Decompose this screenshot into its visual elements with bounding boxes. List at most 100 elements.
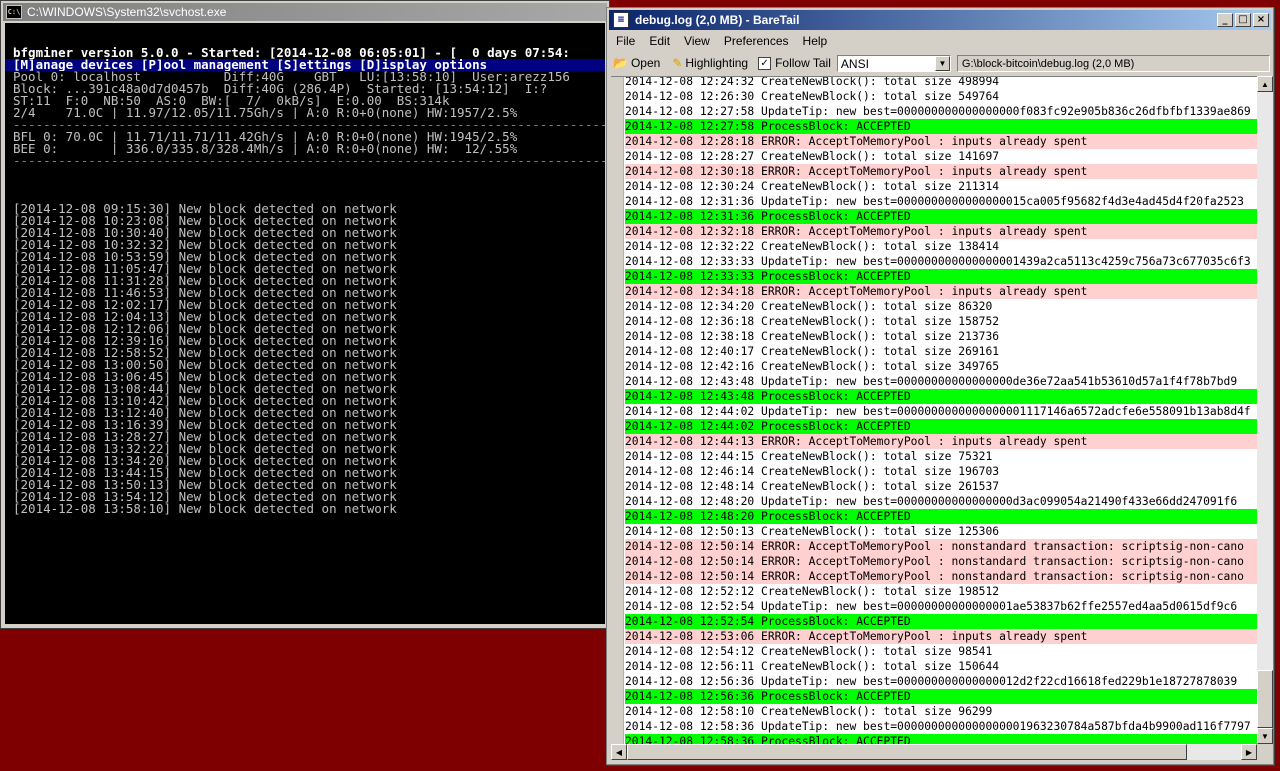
- log-line-text: 2014-12-08 12:44:02 UpdateTip: new best=…: [625, 405, 1251, 418]
- block-log-line: [2014-12-08 11:46:53] New block detected…: [13, 287, 397, 299]
- log-line-text: 2014-12-08 12:28:18 ERROR: AcceptToMemor…: [625, 135, 1088, 148]
- log-line: 2014-12-08 12:34:18 ERROR: AcceptToMemor…: [625, 284, 1257, 299]
- follow-tail-label[interactable]: Follow Tail: [775, 56, 831, 70]
- console-screen[interactable]: bfgminer version 5.0.0 - Started: [2014-…: [5, 23, 605, 624]
- block-log-line: [2014-12-08 13:28:27] New block detected…: [13, 431, 397, 443]
- close-button[interactable]: ×: [1253, 13, 1269, 27]
- log-line: 2014-12-08 12:58:36 UpdateTip: new best=…: [625, 719, 1257, 734]
- log-line-text: 2014-12-08 12:58:36 UpdateTip: new best=…: [625, 720, 1251, 733]
- log-line: 2014-12-08 12:44:15 CreateNewBlock(): to…: [625, 449, 1257, 464]
- log-line: 2014-12-08 12:30:18 ERROR: AcceptToMemor…: [625, 164, 1257, 179]
- status-line: BFL 0: 70.0C | 11.71/11.71/11.42Gh/s | A…: [13, 131, 518, 143]
- log-line: 2014-12-08 12:24:32 CreateNewBlock(): to…: [625, 77, 1257, 89]
- block-log-line: [2014-12-08 13:06:45] New block detected…: [13, 371, 397, 383]
- vertical-scroll-thumb[interactable]: [1257, 670, 1273, 728]
- scroll-left-button[interactable]: ◀: [611, 744, 627, 760]
- log-line: 2014-12-08 12:56:36 ProcessBlock: ACCEPT…: [625, 689, 1257, 704]
- log-line: 2014-12-08 12:27:58 ProcessBlock: ACCEPT…: [625, 119, 1257, 134]
- log-line-text: 2014-12-08 12:43:48 UpdateTip: new best=…: [625, 375, 1238, 388]
- horizontal-scrollbar[interactable]: ◀ ▶: [611, 744, 1257, 760]
- block-log-line: [2014-12-08 13:50:13] New block detected…: [13, 479, 397, 491]
- menu-bar: File Edit View Preferences Help: [609, 32, 1271, 50]
- log-line: 2014-12-08 12:43:48 ProcessBlock: ACCEPT…: [625, 389, 1257, 404]
- block-log-line: [2014-12-08 13:54:12] New block detected…: [13, 491, 397, 503]
- log-line: 2014-12-08 12:50:14 ERROR: AcceptToMemor…: [625, 554, 1257, 569]
- status-line: Pool 0: localhost Diff:40G GBT LU:[13:58…: [13, 71, 570, 83]
- block-log-line: [2014-12-08 10:23:08] New block detected…: [13, 215, 397, 227]
- block-log-line: [2014-12-08 13:12:40] New block detected…: [13, 407, 397, 419]
- log-line-text: 2014-12-08 12:33:33 ProcessBlock: ACCEPT…: [625, 270, 911, 283]
- encoding-select[interactable]: ANSI ▼: [836, 54, 951, 72]
- log-line-text: 2014-12-08 12:50:14 ERROR: AcceptToMemor…: [625, 540, 1244, 553]
- block-log-line: [2014-12-08 13:16:39] New block detected…: [13, 419, 397, 431]
- log-line: 2014-12-08 12:28:27 CreateNewBlock(): to…: [625, 149, 1257, 164]
- menu-edit[interactable]: Edit: [642, 34, 677, 48]
- console-title: C:\WINDOWS\System32\svchost.exe: [27, 5, 227, 19]
- scroll-up-button[interactable]: ▲: [1257, 76, 1273, 92]
- status-line: ST:11 F:0 NB:50 AS:0 BW:[ 7/ 0kB/s] E:0.…: [13, 95, 450, 107]
- block-log-line: [2014-12-08 13:00:50] New block detected…: [13, 359, 397, 371]
- block-log-line: [2014-12-08 12:02:17] New block detected…: [13, 299, 397, 311]
- log-view[interactable]: 2014-12-08 12:24:32 CreateNewBlock(): to…: [611, 76, 1257, 745]
- status-line: [13, 167, 605, 179]
- log-line: 2014-12-08 12:33:33 ProcessBlock: ACCEPT…: [625, 269, 1257, 284]
- log-line-text: 2014-12-08 12:28:27 CreateNewBlock(): to…: [625, 150, 1000, 163]
- menu-file[interactable]: File: [609, 34, 642, 48]
- log-line: 2014-12-08 12:27:58 UpdateTip: new best=…: [625, 104, 1257, 119]
- log-line-text: 2014-12-08 12:26:30 CreateNewBlock(): to…: [625, 90, 1000, 103]
- highlighting-button[interactable]: ✎ Highlighting: [672, 56, 748, 70]
- horizontal-scroll-thumb[interactable]: [627, 744, 1187, 760]
- baretail-titlebar[interactable]: ≡ debug.log (2,0 MB) - BareTail _ □ ×: [609, 10, 1271, 30]
- log-line-text: 2014-12-08 12:43:48 ProcessBlock: ACCEPT…: [625, 390, 911, 403]
- log-line: 2014-12-08 12:33:33 UpdateTip: new best=…: [625, 254, 1257, 269]
- log-line-text: 2014-12-08 12:52:54 UpdateTip: new best=…: [625, 600, 1238, 613]
- block-log-line: [2014-12-08 11:31:28] New block detected…: [13, 275, 397, 287]
- maximize-button[interactable]: □: [1235, 13, 1251, 27]
- log-line-text: 2014-12-08 12:32:22 CreateNewBlock(): to…: [625, 240, 1000, 253]
- log-line-text: 2014-12-08 12:27:58 ProcessBlock: ACCEPT…: [625, 120, 911, 133]
- log-line-text: 2014-12-08 12:53:06 ERROR: AcceptToMemor…: [625, 630, 1088, 643]
- vertical-scrollbar[interactable]: ▲ ▼: [1257, 76, 1273, 744]
- console-window[interactable]: C:\ C:\WINDOWS\System32\svchost.exe bfgm…: [0, 0, 610, 629]
- block-log-line: [2014-12-08 11:05:47] New block detected…: [13, 263, 397, 275]
- line-gutter: [611, 77, 624, 745]
- log-line-text: 2014-12-08 12:38:18 CreateNewBlock(): to…: [625, 330, 1000, 343]
- menu-help[interactable]: Help: [796, 34, 835, 48]
- file-path-field: G:\block-bitcoin\debug.log (2,0 MB): [956, 54, 1270, 72]
- scroll-down-button[interactable]: ▼: [1257, 728, 1273, 744]
- chevron-down-icon[interactable]: ▼: [934, 55, 950, 71]
- log-line-text: 2014-12-08 12:34:20 CreateNewBlock(): to…: [625, 300, 993, 313]
- log-lines: 2014-12-08 12:24:32 CreateNewBlock(): to…: [625, 77, 1257, 745]
- minimize-button[interactable]: _: [1217, 13, 1233, 27]
- log-line-text: 2014-12-08 12:46:14 CreateNewBlock(): to…: [625, 465, 1000, 478]
- block-log-line: [2014-12-08 12:04:13] New block detected…: [13, 311, 397, 323]
- log-line: 2014-12-08 12:38:18 CreateNewBlock(): to…: [625, 329, 1257, 344]
- scroll-right-button[interactable]: ▶: [1241, 744, 1257, 760]
- log-line: 2014-12-08 12:30:24 CreateNewBlock(): to…: [625, 179, 1257, 194]
- log-line-text: 2014-12-08 12:27:58 UpdateTip: new best=…: [625, 105, 1251, 118]
- log-line: 2014-12-08 12:31:36 UpdateTip: new best=…: [625, 194, 1257, 209]
- log-line-text: 2014-12-08 12:56:11 CreateNewBlock(): to…: [625, 660, 1000, 673]
- follow-tail-checkbox[interactable]: ✓: [758, 56, 772, 70]
- block-log-line: [2014-12-08 13:32:22] New block detected…: [13, 443, 397, 455]
- status-line: BEE 0: | 336.0/335.8/328.4Mh/s | A:0 R:0…: [13, 143, 518, 155]
- separator-line: ----------------------------------------…: [13, 119, 605, 131]
- open-button[interactable]: 📂 Open: [613, 56, 660, 70]
- block-log-line: [2014-12-08 13:44:15] New block detected…: [13, 467, 397, 479]
- menu-preferences[interactable]: Preferences: [717, 34, 796, 48]
- log-line: 2014-12-08 12:48:20 UpdateTip: new best=…: [625, 494, 1257, 509]
- console-titlebar[interactable]: C:\ C:\WINDOWS\System32\svchost.exe: [3, 3, 607, 21]
- log-line: 2014-12-08 12:53:06 ERROR: AcceptToMemor…: [625, 629, 1257, 644]
- log-line-text: 2014-12-08 12:30:24 CreateNewBlock(): to…: [625, 180, 1000, 193]
- log-line-text: 2014-12-08 12:48:20 UpdateTip: new best=…: [625, 495, 1238, 508]
- log-line-text: 2014-12-08 12:31:36 ProcessBlock: ACCEPT…: [625, 210, 911, 223]
- log-line: 2014-12-08 12:44:02 ProcessBlock: ACCEPT…: [625, 419, 1257, 434]
- toolbar: 📂 Open ✎ Highlighting ✓ Follow Tail ANSI…: [609, 52, 1271, 74]
- block-log-line: [2014-12-08 10:53:59] New block detected…: [13, 251, 397, 263]
- baretail-window[interactable]: ≡ debug.log (2,0 MB) - BareTail _ □ × Fi…: [606, 7, 1274, 765]
- log-line-text: 2014-12-08 12:33:33 UpdateTip: new best=…: [625, 255, 1251, 268]
- log-line-text: 2014-12-08 12:44:13 ERROR: AcceptToMemor…: [625, 435, 1088, 448]
- menu-view[interactable]: View: [677, 34, 717, 48]
- log-line: 2014-12-08 12:48:20 ProcessBlock: ACCEPT…: [625, 509, 1257, 524]
- log-line: 2014-12-08 12:54:12 CreateNewBlock(): to…: [625, 644, 1257, 659]
